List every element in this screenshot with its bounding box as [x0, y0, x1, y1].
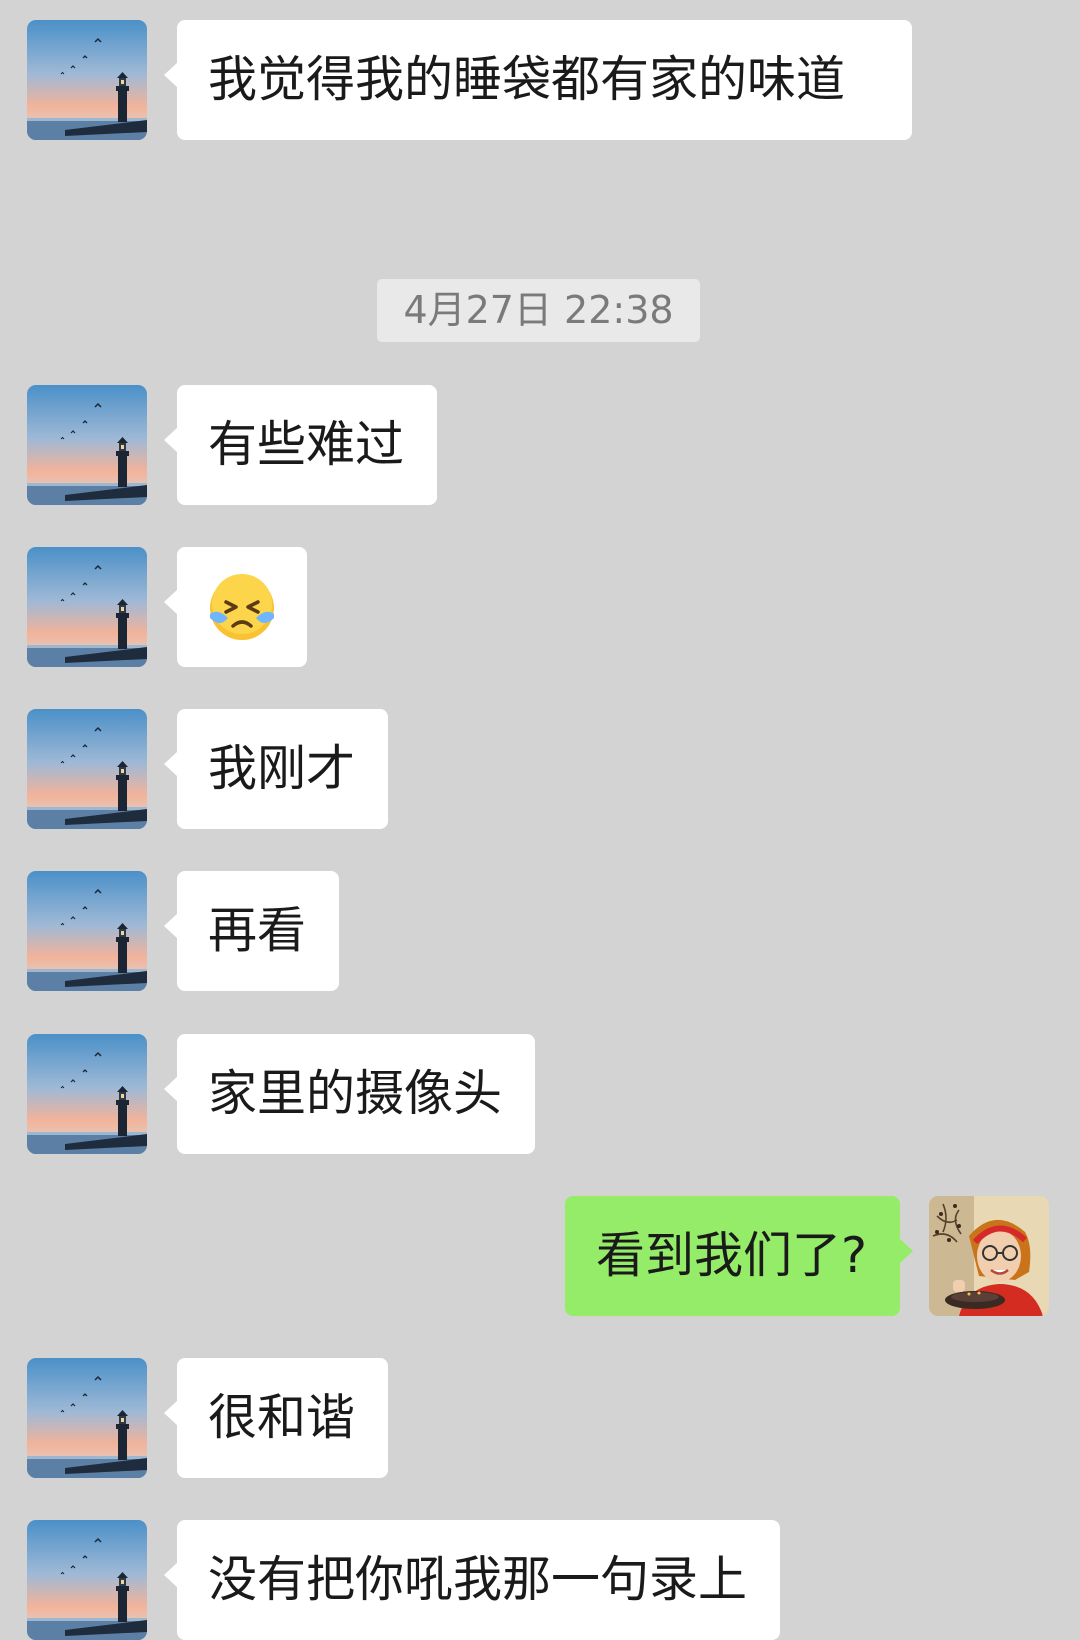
lighthouse-avatar-icon [27, 871, 147, 991]
lighthouse-avatar-icon [27, 1034, 147, 1154]
crying-face-emoji-icon [210, 574, 274, 640]
message-text: 我刚才 [208, 740, 356, 797]
contact-avatar[interactable] [27, 871, 147, 991]
message-bubble[interactable]: 我刚才 [163, 709, 389, 829]
self-avatar[interactable] [929, 1196, 1049, 1316]
message-bubble[interactable] [164, 547, 307, 667]
contact-avatar[interactable] [27, 1034, 147, 1154]
message-text: 没有把你吼我那一句录上 [208, 1551, 748, 1608]
contact-avatar[interactable] [27, 1520, 147, 1640]
lighthouse-avatar-icon [27, 385, 147, 505]
message-bubble-outgoing[interactable]: 看到我们了? [564, 1196, 914, 1316]
contact-avatar[interactable] [27, 547, 147, 667]
message-bubble[interactable]: 有些难过 [163, 385, 438, 505]
timestamp-divider: 4月27日 22:38 [377, 279, 700, 342]
message-text: 家里的摄像头 [208, 1065, 503, 1122]
message-bubble[interactable]: 家里的摄像头 [163, 1034, 536, 1154]
contact-avatar[interactable] [27, 385, 147, 505]
contact-avatar[interactable] [27, 709, 147, 829]
chat-area: 我觉得我的睡袋都有家的味道 4月27日 22:38 有些难过 我刚才 再看 家里… [0, 0, 1080, 1640]
lighthouse-avatar-icon [27, 1520, 147, 1640]
message-bubble[interactable]: 再看 [163, 871, 340, 991]
contact-avatar[interactable] [27, 20, 147, 140]
message-text: 有些难过 [208, 416, 405, 473]
lighthouse-avatar-icon [27, 1358, 147, 1478]
lighthouse-avatar-icon [27, 709, 147, 829]
message-bubble[interactable]: 很和谐 [163, 1358, 389, 1478]
message-bubble[interactable]: 我觉得我的睡袋都有家的味道 [164, 20, 912, 140]
message-text: 很和谐 [208, 1389, 356, 1446]
woman-with-glasses-avatar-icon [929, 1196, 1049, 1316]
contact-avatar[interactable] [27, 1358, 147, 1478]
message-text: 再看 [208, 902, 307, 959]
message-bubble[interactable]: 没有把你吼我那一句录上 [163, 1520, 781, 1640]
message-text: 我觉得我的睡袋都有家的味道 [208, 51, 846, 108]
lighthouse-avatar-icon [27, 547, 147, 667]
lighthouse-avatar-icon [27, 20, 147, 140]
message-text: 看到我们了? [595, 1227, 867, 1284]
